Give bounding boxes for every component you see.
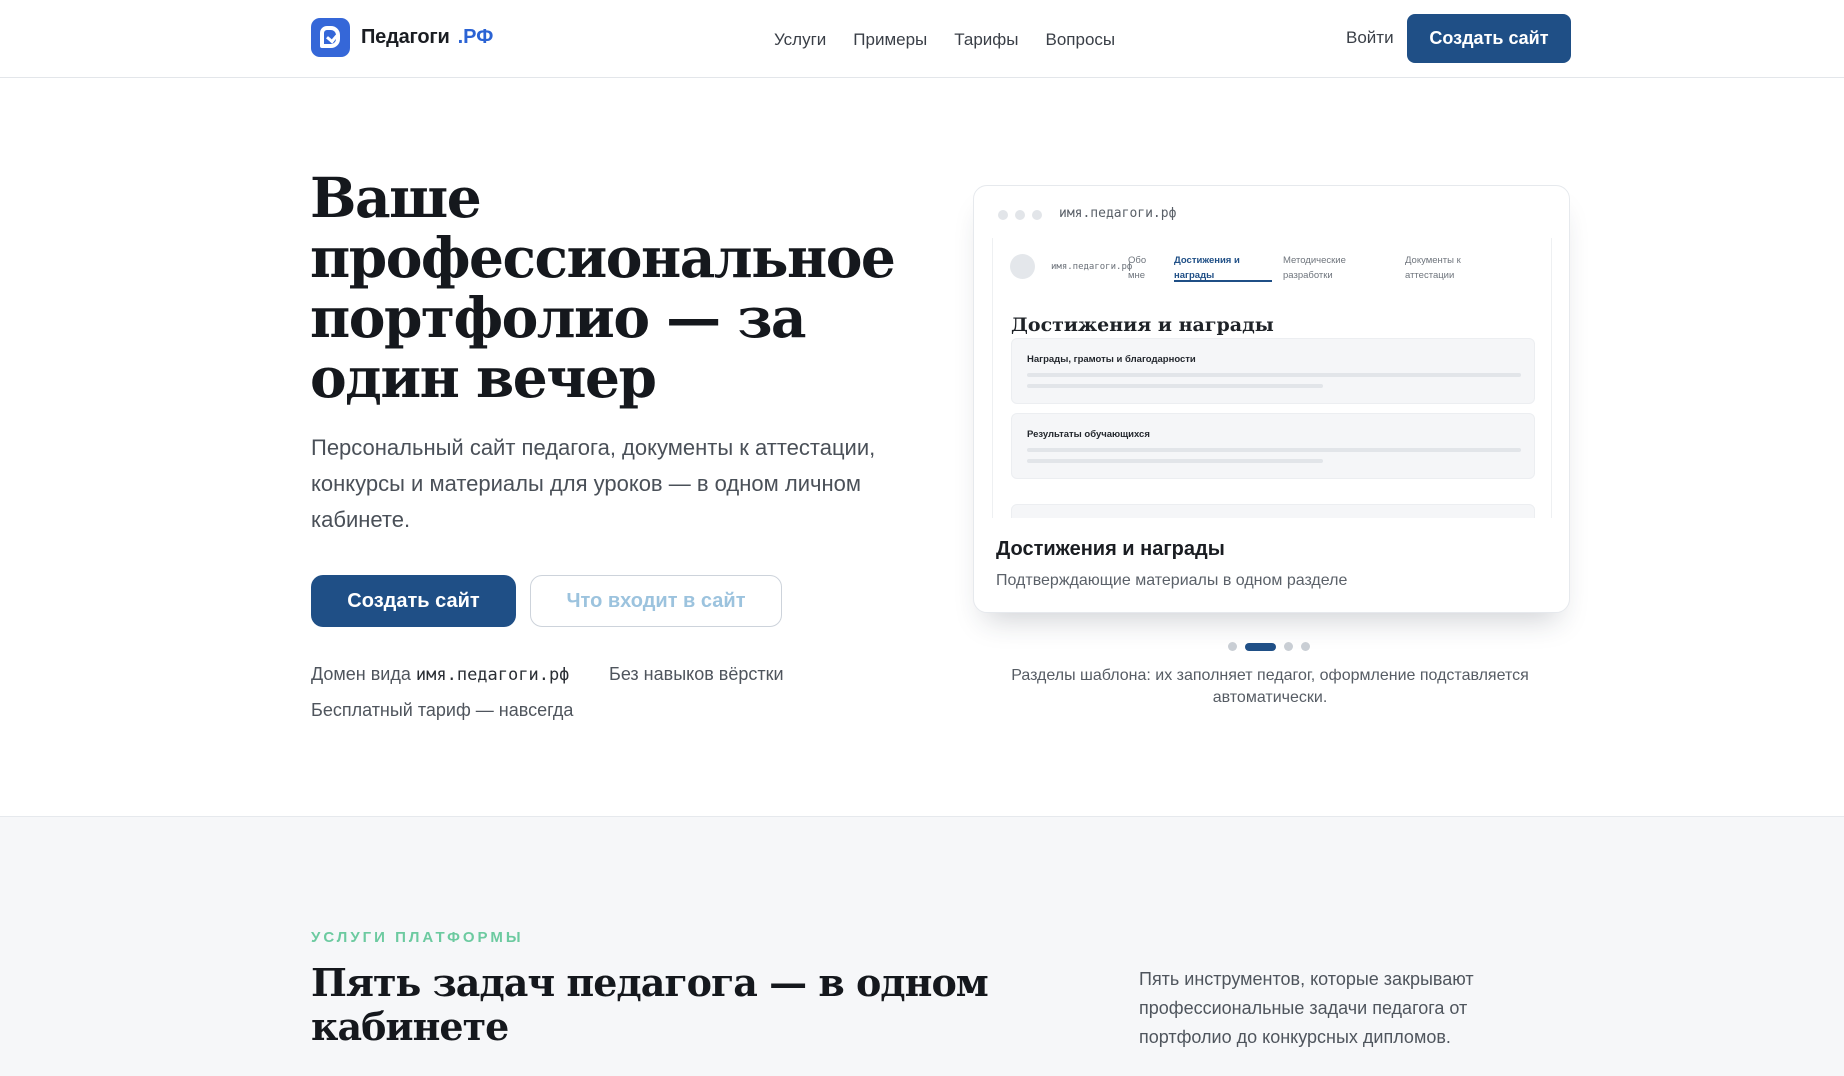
site-header: Педагоги .РФ Услуги Примеры Тарифы Вопро… bbox=[0, 0, 1844, 78]
carousel-dot[interactable] bbox=[1284, 642, 1293, 651]
preview-tab-documents: Документы к аттестации bbox=[1405, 255, 1461, 281]
preview-caption: Разделы шаблона: их заполняет педагог, о… bbox=[1011, 667, 1529, 706]
avatar bbox=[1010, 254, 1035, 279]
nav-link-services[interactable]: Услуги bbox=[774, 30, 826, 50]
create-site-button[interactable]: Создать сайт bbox=[311, 575, 516, 627]
preview-block-label: Результаты обучающихся bbox=[1027, 429, 1150, 440]
preview-block-awards: Награды, грамоты и благодарности bbox=[1011, 338, 1535, 404]
logo-icon bbox=[311, 18, 350, 57]
carousel-dot[interactable] bbox=[1301, 642, 1310, 651]
feature-free-plan: Бесплатный тариф — навсегда bbox=[311, 700, 574, 720]
section-title: Пять задач педагога — в одном кабинете bbox=[311, 960, 989, 1049]
feature-domain-example: имя.педагоги.рф bbox=[415, 665, 570, 685]
brand-name: Педагоги bbox=[361, 26, 450, 48]
preview-block-label: Награды, грамоты и благодарности bbox=[1027, 354, 1196, 365]
preview-tab-methods: Методические разработки bbox=[1283, 255, 1346, 281]
template-preview-card: имя.педагоги.рф имя.педагоги.рф Обо мне … bbox=[973, 185, 1570, 613]
window-dots bbox=[998, 210, 1042, 220]
main-nav: Услуги Примеры Тарифы Вопросы bbox=[774, 30, 1142, 50]
nav-link-examples[interactable]: Примеры bbox=[853, 30, 927, 50]
whats-included-button[interactable]: Что входит в сайт bbox=[530, 575, 782, 627]
carousel-dot-active[interactable] bbox=[1245, 642, 1276, 651]
preview-block-results: Результаты обучающихся bbox=[1011, 413, 1535, 479]
active-tab-indicator bbox=[1174, 280, 1272, 282]
nav-link-pricing[interactable]: Тарифы bbox=[954, 30, 1018, 50]
preview-url: имя.педагоги.рф bbox=[1059, 206, 1177, 221]
services-section: УСЛУГИ ПЛАТФОРМЫ Пять задач педагога — в… bbox=[0, 816, 1844, 1076]
feature-domain: Домен вида имя.педагоги.рф bbox=[311, 664, 569, 685]
preview-card-title: Достижения и награды bbox=[996, 538, 1225, 560]
brand-tld: .РФ bbox=[457, 26, 494, 48]
hero-subtitle: Персональный сайт педагога, документы к … bbox=[311, 435, 876, 532]
preview-card-description: Подтверждающие материалы в одном разделе bbox=[996, 572, 1348, 589]
feature-no-coding: Без навыков вёрстки bbox=[609, 664, 784, 684]
carousel-pagination bbox=[1228, 642, 1310, 651]
preview-tab-about: Обо мне bbox=[1128, 255, 1147, 281]
hero-title: Ваше профессиональное портфолио — за оди… bbox=[310, 165, 896, 410]
preview-screen: имя.педагоги.рф Обо мне Достижения и наг… bbox=[992, 238, 1552, 518]
preview-heading: Достижения и награды bbox=[1011, 314, 1274, 336]
preview-block-more bbox=[1011, 504, 1535, 518]
section-eyebrow: УСЛУГИ ПЛАТФОРМЫ bbox=[311, 929, 524, 946]
login-link[interactable]: Войти bbox=[1346, 28, 1394, 48]
preview-mini-domain: имя.педагоги.рф bbox=[1051, 262, 1133, 272]
preview-tab-achievements: Достижения и награды bbox=[1174, 255, 1240, 281]
site-logo[interactable]: Педагоги .РФ bbox=[311, 18, 493, 57]
section-description: Пять инструментов, которые закрывают про… bbox=[1139, 969, 1474, 1047]
create-site-header-button[interactable]: Создать сайт bbox=[1407, 14, 1571, 63]
carousel-dot[interactable] bbox=[1228, 642, 1237, 651]
feature-domain-label: Домен вида bbox=[311, 664, 411, 684]
nav-link-faq[interactable]: Вопросы bbox=[1046, 30, 1116, 50]
